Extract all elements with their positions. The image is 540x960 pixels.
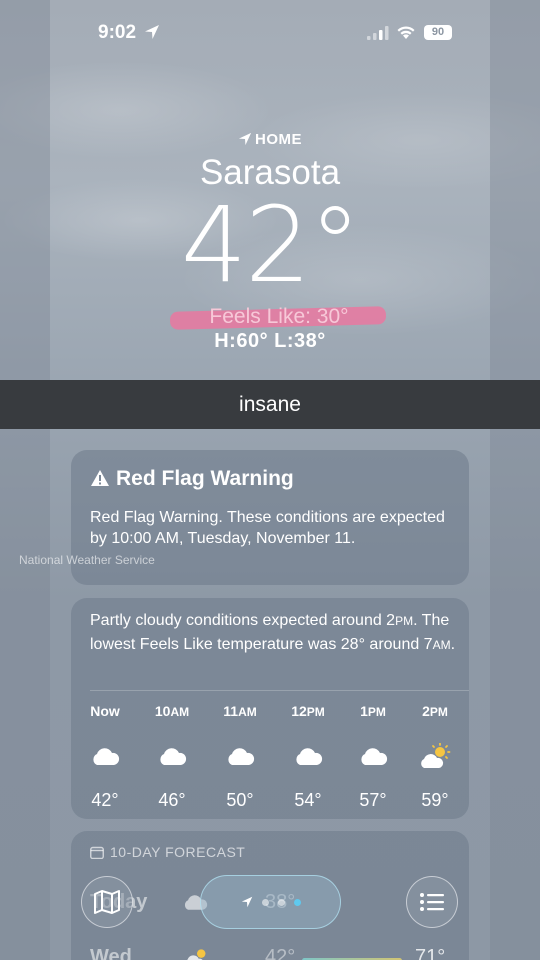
home-label: HOME bbox=[255, 131, 302, 148]
alert-title: Red Flag Warning bbox=[116, 467, 294, 490]
hour-label: Now bbox=[90, 703, 120, 719]
page-dot bbox=[261, 898, 269, 906]
feels-like-group: Feels Like: 30° bbox=[169, 303, 388, 331]
hour-temperature: 50° bbox=[226, 790, 254, 810]
alert-source: National Weather Service bbox=[19, 553, 155, 567]
hour-column: 11AM 50° bbox=[210, 703, 270, 811]
alert-title-row: Red Flag Warning bbox=[90, 467, 294, 491]
partly-sunny-icon bbox=[421, 743, 451, 768]
day-high: 71° bbox=[415, 946, 446, 960]
hour-label: 12PM bbox=[291, 703, 325, 719]
hour-label: 1PM bbox=[360, 703, 386, 719]
warning-icon bbox=[91, 470, 109, 486]
cloud-icon bbox=[228, 748, 255, 765]
hourly-summary: Partly cloudy conditions expected around… bbox=[90, 609, 460, 657]
hour-temperature: 54° bbox=[294, 790, 322, 810]
status-bar: 9:02 90 bbox=[0, 0, 540, 64]
hour-temperature: 42° bbox=[91, 790, 119, 810]
divider bbox=[90, 690, 469, 691]
hour-column: 2PM 59° bbox=[405, 703, 465, 811]
calendar-icon bbox=[90, 846, 104, 860]
summary-pm: PM bbox=[395, 614, 414, 628]
cloud-icon bbox=[296, 748, 323, 765]
map-button[interactable] bbox=[81, 876, 133, 928]
summary-text: . bbox=[450, 636, 456, 653]
forecast-header: 10-DAY FORECAST bbox=[90, 844, 245, 860]
hour-column: 1PM 57° bbox=[343, 703, 403, 811]
forecast-title: 10-DAY FORECAST bbox=[110, 844, 246, 860]
hour-column: 12PM 54° bbox=[278, 703, 338, 811]
video-caption: insane bbox=[0, 380, 540, 429]
location-tag: HOME bbox=[0, 131, 540, 148]
hour-temperature: 46° bbox=[158, 790, 186, 810]
hour-temperature: 57° bbox=[359, 790, 387, 810]
locations-list-button[interactable] bbox=[406, 876, 458, 928]
page-dot bbox=[277, 898, 285, 906]
hour-label: 11AM bbox=[223, 703, 257, 719]
forecast-row: Wed 42° 71° bbox=[90, 946, 460, 960]
location-arrow-icon bbox=[145, 25, 159, 39]
page-indicator[interactable] bbox=[200, 875, 341, 929]
map-icon bbox=[94, 890, 120, 914]
current-temperature: 42° bbox=[180, 184, 361, 306]
location-arrow-icon bbox=[238, 132, 252, 146]
hour-temperature: 59° bbox=[421, 790, 449, 810]
hourly-forecast-card[interactable]: Partly cloudy conditions expected around… bbox=[71, 598, 469, 819]
alert-description: Red Flag Warning. These conditions are e… bbox=[90, 509, 445, 547]
day-low: 42° bbox=[265, 946, 296, 960]
summary-text: Partly cloudy conditions expected around… bbox=[90, 612, 396, 629]
page-dot-active bbox=[293, 898, 301, 906]
battery-indicator: 90 bbox=[424, 25, 452, 40]
hour-label: 10AM bbox=[154, 703, 190, 719]
hour-column: Now 42° bbox=[75, 703, 135, 811]
list-icon bbox=[420, 893, 444, 911]
summary-am: AM bbox=[432, 638, 451, 652]
feels-like-text: Feels Like: 30° bbox=[209, 305, 349, 328]
hour-column: 10AM 46° bbox=[142, 703, 202, 811]
cloud-icon bbox=[361, 748, 388, 765]
location-arrow-icon bbox=[241, 896, 252, 908]
day-name: Wed bbox=[90, 946, 132, 960]
wifi-icon bbox=[397, 26, 415, 39]
status-time: 9:02 bbox=[98, 22, 137, 43]
cloud-icon bbox=[160, 748, 187, 765]
hour-label: 2PM bbox=[422, 703, 448, 719]
partly-sunny-icon bbox=[187, 949, 206, 960]
cellular-signal-icon bbox=[367, 26, 389, 40]
high-low-temperature: H:60° L:38° bbox=[214, 330, 326, 352]
cloud-icon bbox=[93, 748, 120, 765]
